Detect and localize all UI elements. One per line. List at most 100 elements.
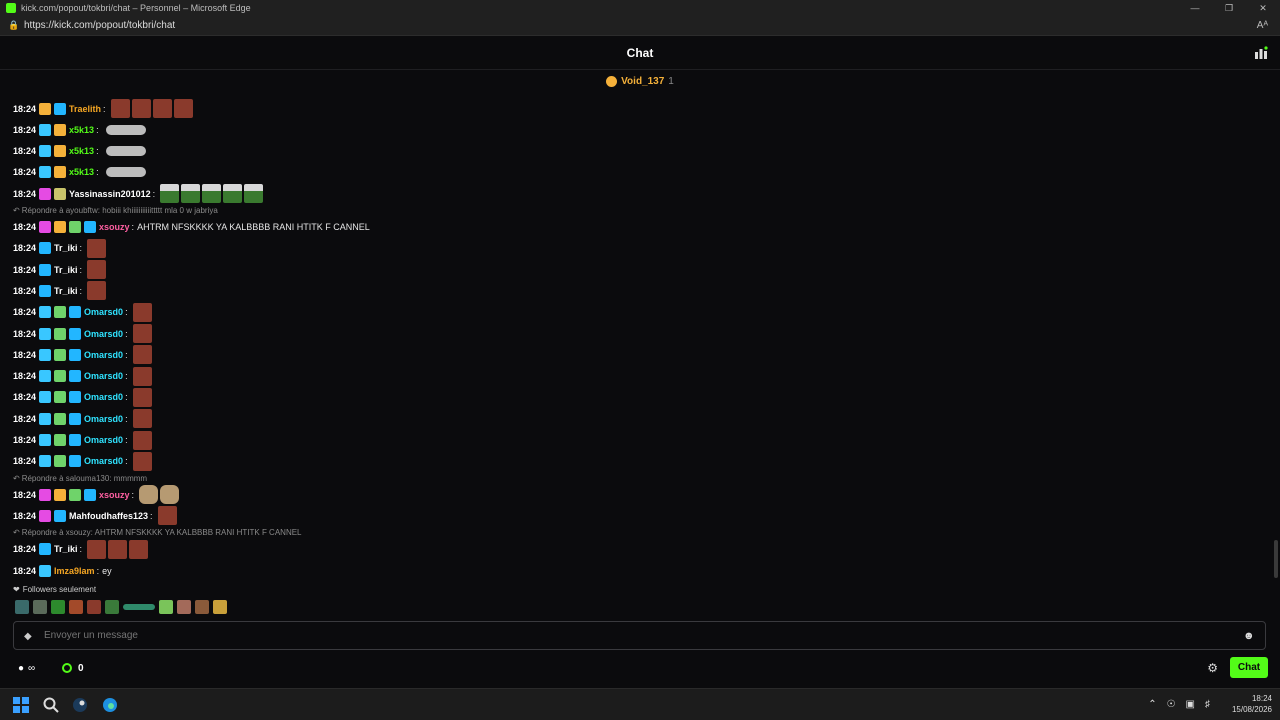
og-badge-icon[interactable] (69, 391, 82, 404)
sub-badge-icon[interactable] (39, 455, 52, 468)
username[interactable]: Tr_iki (54, 544, 78, 554)
og-badge-icon[interactable] (84, 488, 97, 501)
og-badge-icon[interactable] (69, 370, 82, 383)
chat-message[interactable]: 18:24 Yassinassin201012: (13, 183, 264, 204)
steam-icon[interactable] (72, 697, 88, 713)
reply-context[interactable]: ↶ Répondre à salouma130: mmmmm (13, 472, 147, 484)
crown-badge-icon[interactable] (39, 102, 52, 115)
emote-icon[interactable] (159, 600, 173, 614)
og-badge-icon[interactable] (84, 221, 97, 233)
chat-message[interactable]: 18:24 xsouzy: AHTRM NFSKKKK YA KALBBBB RAN… (13, 217, 370, 238)
clock[interactable]: 18:24 15/08/2026 (1232, 693, 1272, 715)
username[interactable]: Omarsd0 (84, 329, 123, 339)
gift-badge-icon[interactable] (54, 327, 67, 340)
crown-badge-icon[interactable] (54, 123, 67, 136)
crown-badge-icon[interactable] (54, 166, 67, 179)
shield-icon[interactable]: ◆ (24, 631, 34, 642)
username[interactable]: Omarsd0 (84, 456, 123, 466)
gift-badge-icon[interactable] (54, 306, 67, 319)
username[interactable]: Tr_iki (54, 243, 78, 253)
username[interactable]: Yassinassin201012 (69, 189, 151, 199)
emote-icon[interactable] (87, 539, 107, 559)
chat-message[interactable]: 18:24 x5k13: (13, 119, 146, 140)
microphone-icon[interactable]: ☉ (1167, 699, 1176, 710)
chat-message[interactable]: 18:24 xsouzy: (13, 484, 180, 505)
chat-message[interactable]: 18:24 x5k13: (13, 162, 146, 183)
gift-badge-icon[interactable] (54, 412, 67, 425)
sub-badge-icon[interactable] (39, 434, 52, 446)
emote-icon[interactable] (131, 99, 151, 118)
og-badge-icon[interactable] (69, 434, 82, 446)
username[interactable]: Imza9lam (54, 566, 95, 576)
emote-icon[interactable] (87, 281, 107, 301)
og-badge-icon[interactable] (54, 509, 67, 522)
emote-icon[interactable] (105, 146, 146, 157)
username[interactable]: x5k13 (69, 146, 94, 156)
gift-badge-icon[interactable] (69, 488, 82, 501)
sub-badge-icon[interactable] (39, 370, 52, 383)
chat-message[interactable]: 18:24 Omarsd0: (13, 344, 152, 365)
reply-context[interactable]: ↶ Répondre à xsouzy: AHTRM NFSKKKK YA KA… (13, 527, 302, 539)
og-badge-icon[interactable] (69, 306, 82, 319)
network-icon[interactable]: ▣ (1186, 699, 1195, 710)
username[interactable]: x5k13 (69, 167, 94, 177)
emote-icon[interactable] (87, 238, 107, 258)
emote-icon[interactable] (105, 600, 119, 614)
emote-icon[interactable] (105, 167, 146, 178)
address-bar[interactable]: 🔒 https://kick.com/popout/tokbri/chat Aᴬ (0, 16, 1280, 36)
sub-badge-icon[interactable] (39, 306, 52, 319)
sub-badge-icon[interactable] (39, 327, 52, 340)
emote-icon[interactable] (87, 600, 101, 614)
emote-icon[interactable] (105, 124, 146, 135)
crown-badge-icon[interactable] (54, 488, 67, 501)
username[interactable]: Mahfoudhaffes123 (69, 511, 148, 521)
emote-icon[interactable] (110, 99, 130, 118)
username[interactable]: xsouzy (99, 222, 130, 232)
chat-message[interactable]: 18:24 Tr_iki: (13, 539, 149, 560)
og-badge-icon[interactable] (39, 543, 52, 556)
url-text[interactable]: https://kick.com/popout/tokbri/chat (24, 20, 175, 31)
minimize-icon[interactable]: — (1178, 0, 1212, 16)
og-badge-icon[interactable] (39, 263, 52, 276)
username[interactable]: x5k13 (69, 125, 94, 135)
chat-message[interactable]: 18:24 Omarsd0: (13, 302, 152, 323)
emote-icon[interactable] (132, 366, 152, 386)
crown-badge-icon[interactable] (54, 221, 67, 233)
emote-icon[interactable] (108, 539, 128, 559)
sub-badge-icon[interactable] (39, 123, 52, 136)
chevron-up-icon[interactable]: ⌃ (1148, 699, 1156, 710)
username[interactable]: Tr_iki (54, 286, 78, 296)
emote-icon[interactable] (181, 184, 201, 204)
vip-badge-icon[interactable] (39, 488, 52, 501)
username[interactable]: Traelith (69, 104, 101, 114)
gift-badge-icon[interactable] (69, 221, 82, 233)
chat-message[interactable]: 18:24 Tr_iki: (13, 259, 107, 280)
og-badge-icon[interactable] (69, 455, 82, 468)
windows-start-icon[interactable] (13, 697, 29, 713)
emote-icon[interactable] (132, 387, 152, 407)
emote-icon[interactable] (87, 260, 107, 280)
emote-icon[interactable] (160, 184, 180, 204)
message-input[interactable] (44, 630, 1243, 641)
emote-icon[interactable] (202, 184, 222, 204)
username[interactable]: Omarsd0 (84, 414, 123, 424)
emote-icon[interactable] (173, 99, 193, 118)
gift-badge-icon[interactable] (54, 455, 67, 468)
vip-badge-icon[interactable] (39, 509, 52, 522)
emote-icon[interactable] (152, 99, 172, 118)
chat-message[interactable]: 18:24 Tr_iki: (13, 280, 107, 301)
close-icon[interactable]: ✕ (1246, 0, 1280, 16)
sub-badge-icon[interactable] (39, 412, 52, 425)
chat-messages[interactable]: 18:24 Traelith:18:24 x5k13:18:24 x5k13:18:2… (0, 92, 1270, 584)
emote-icon[interactable] (69, 600, 83, 614)
emote-icon[interactable] (129, 539, 149, 559)
gear-icon[interactable]: ⚙ (1207, 661, 1218, 675)
gift-badge-icon[interactable] (54, 434, 67, 446)
edge-icon[interactable] (102, 697, 118, 713)
sub-badge-icon[interactable] (39, 391, 52, 404)
emote-icon[interactable] (51, 600, 65, 614)
tw-badge-icon[interactable] (54, 187, 67, 200)
emote-icon[interactable] (132, 345, 152, 365)
users-icon[interactable] (1254, 46, 1268, 60)
username[interactable]: xsouzy (99, 490, 130, 500)
